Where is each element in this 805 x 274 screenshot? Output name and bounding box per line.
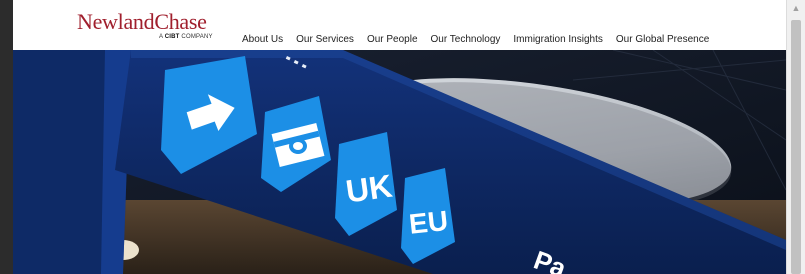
nav-our-technology[interactable]: Our Technology [431,33,501,47]
site-header: NewlandChase A CIBT COMPANY About Us Our… [13,0,786,50]
hero-image: UK EU Pa [13,50,786,274]
scroll-up-icon[interactable]: ▲ [787,0,805,16]
nav-global-presence[interactable]: Our Global Presence [616,33,709,47]
nav-our-people[interactable]: Our People [367,33,418,47]
nav-our-services[interactable]: Our Services [296,33,354,47]
main-nav: About Us Our Services Our People Our Tec… [242,33,722,47]
web-page: NewlandChase A CIBT COMPANY About Us Our… [13,0,786,274]
sign-eu-label: EU [408,205,450,240]
brand-logo[interactable]: NewlandChase A CIBT COMPANY [77,10,217,44]
hero-banner: UK EU Pa [13,50,786,274]
vertical-scrollbar[interactable]: ▲ [786,0,805,274]
nav-about-us[interactable]: About Us [242,33,283,47]
scrollbar-thumb[interactable] [791,20,801,274]
logo-wordmark: NewlandChase [77,9,207,34]
sign-uk-label: UK [344,168,395,210]
logo-tagline: A CIBT COMPANY [159,34,213,40]
window-edge [0,0,13,274]
nav-immigration-insights[interactable]: Immigration Insights [513,33,602,47]
